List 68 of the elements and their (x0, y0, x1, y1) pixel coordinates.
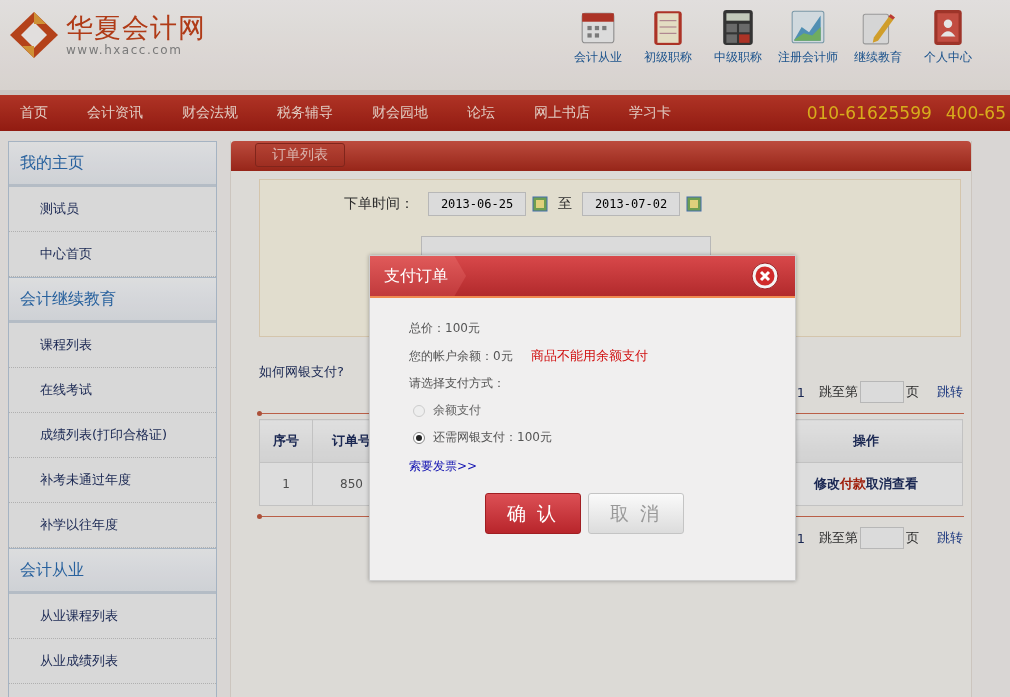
table-cell: 850 (340, 477, 363, 491)
range-separator: 至 (558, 195, 572, 213)
nav-link[interactable]: 会计资讯 (67, 104, 162, 122)
date-label: 下单时间： (344, 195, 414, 213)
calendar-icon[interactable] (532, 196, 548, 212)
confirm-button[interactable]: 确 认 (484, 493, 581, 534)
page-number[interactable]: 1 (796, 530, 805, 546)
jump-link[interactable]: 跳转 (937, 529, 963, 547)
date-field[interactable]: 2013-06-25 (428, 192, 526, 216)
nav-link[interactable]: 税务辅导 (257, 104, 352, 122)
header-link[interactable]: 个人中心 (916, 8, 980, 90)
page-unit: 页 (906, 529, 919, 547)
option-label: 还需网银支付：100元 (433, 429, 552, 446)
header-link[interactable]: 初级职称 (636, 8, 700, 90)
option-label: 余额支付 (433, 402, 481, 419)
total-price: 总价：100元 (409, 320, 481, 337)
jump-label: 跳至第 (819, 383, 858, 401)
header-link[interactable]: 中级职称 (706, 8, 770, 90)
phone-number: 400-65 (945, 103, 1006, 123)
jump-link[interactable]: 跳转 (937, 383, 963, 401)
header-link[interactable]: 注册会计师 (776, 8, 840, 90)
page-number[interactable]: 1 (796, 384, 805, 400)
sidebar-section[interactable]: 会计从业 (9, 548, 216, 594)
sidebar-item[interactable]: 课程列表 (9, 323, 216, 368)
calendar-icon[interactable] (686, 196, 702, 212)
logo-icon (8, 10, 60, 60)
action-link[interactable]: 付款 (840, 476, 866, 491)
page-input[interactable] (860, 527, 904, 549)
panel-tab[interactable]: 订单列表 (255, 143, 345, 167)
column-header: 操作 (853, 433, 879, 448)
close-icon[interactable] (751, 262, 779, 290)
sidebar-item[interactable]: 从业成绩列表 (9, 639, 216, 684)
radio-button[interactable] (413, 431, 425, 444)
sidebar-item[interactable]: 补考未通过年度 (9, 458, 216, 503)
header-link[interactable]: 会计从业 (566, 8, 630, 90)
nav-link[interactable]: 学习卡 (609, 104, 690, 122)
nav-link[interactable]: 首页 (0, 104, 67, 122)
sidebar-item[interactable]: 从业课程列表 (9, 594, 216, 639)
action-link[interactable]: 取消 (866, 476, 892, 491)
nav-link[interactable]: 财会园地 (352, 104, 447, 122)
jump-label: 跳至第 (819, 529, 858, 547)
column-header: 序号 (273, 433, 299, 448)
dialog-title: 支付订单 (370, 256, 466, 296)
invoice-link[interactable]: 索要发票>> (409, 458, 478, 475)
payment-prompt: 请选择支付方式： (409, 375, 506, 392)
header-link[interactable]: 继续教育 (846, 8, 910, 90)
warning-text: 商品不能用余额支付 (530, 348, 648, 363)
phone-number: 010-61625599 (806, 103, 932, 123)
sidebar-section[interactable]: 我的主页 (9, 141, 216, 187)
sidebar-item[interactable]: 测试员 (9, 187, 216, 232)
action-link[interactable]: 修改 (814, 476, 840, 491)
chart-icon (789, 8, 827, 46)
nav-link[interactable]: 论坛 (447, 104, 514, 122)
sidebar-item[interactable]: 在线考试 (9, 368, 216, 413)
column-header: 订单号 (332, 433, 371, 448)
nav-link[interactable]: 财会法规 (162, 104, 257, 122)
help-link[interactable]: 如何网银支付? (259, 363, 344, 381)
table-cell: 1 (282, 477, 290, 491)
page-input[interactable] (860, 381, 904, 403)
account-balance: 您的帐户余额：0元 (409, 349, 513, 363)
page-unit: 页 (906, 383, 919, 401)
site-logo-text: 华夏会计网 (66, 13, 206, 43)
nav-link[interactable]: 网上书店 (514, 104, 609, 122)
sidebar-item[interactable]: 成绩列表(打印合格证) (9, 413, 216, 458)
date-field[interactable]: 2013-07-02 (582, 192, 680, 216)
sidebar-section[interactable]: 会计继续教育 (9, 277, 216, 323)
action-link[interactable]: 查看 (892, 476, 918, 491)
site-url: www.hxacc.com (66, 43, 184, 57)
